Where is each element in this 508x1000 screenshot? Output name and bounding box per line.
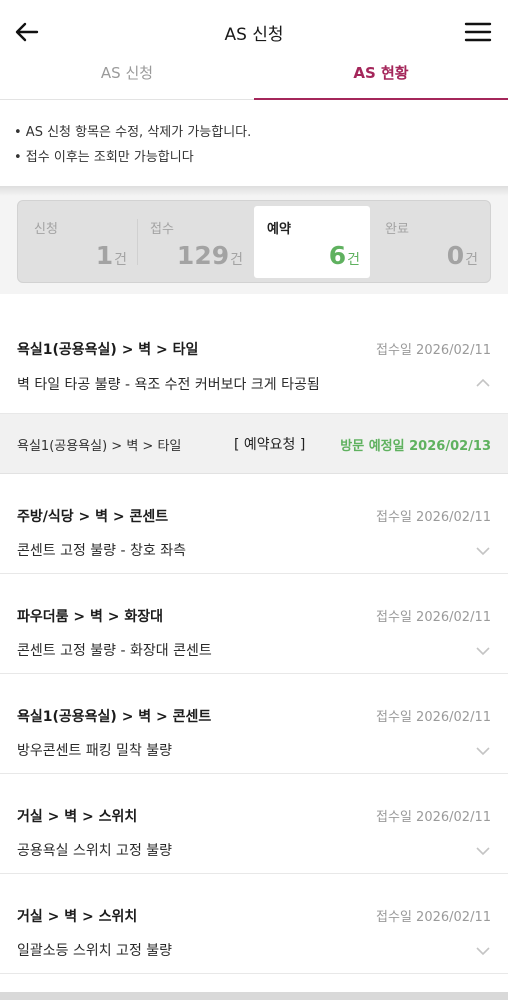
detail-path: 욕실1(공용욕실) > 벽 > 타일 xyxy=(17,439,182,454)
item-date: 접수일 2026/02/11 xyxy=(376,343,491,358)
item-desc: 방우콘센트 패킹 밀착 불량 xyxy=(17,743,173,759)
item-path: 욕실1(공용욕실) > 벽 > 콘센트 xyxy=(17,709,212,725)
chevron-down-icon[interactable] xyxy=(475,746,491,756)
summary-count: 129 xyxy=(176,241,230,270)
item-path: 파우더룸 > 벽 > 화장대 xyxy=(17,609,163,625)
summary-unit: 건 xyxy=(114,252,127,268)
summary-count: 6 xyxy=(328,241,347,270)
detail-visit-date: 방문 예정일 2026/02/13 xyxy=(340,439,491,454)
summary-count: 0 xyxy=(446,241,465,270)
list-item[interactable]: 욕실1(공용욕실) > 벽 > 타일 접수일 2026/02/11 벽 타일 타… xyxy=(0,294,508,414)
page-title: AS 신청 xyxy=(224,25,284,45)
summary-label: 예약 xyxy=(267,222,291,237)
tab-as-status[interactable]: AS 현황 xyxy=(254,62,508,101)
list-item[interactable]: 파우더룸 > 벽 > 화장대 접수일 2026/02/11 콘센트 고정 불량 … xyxy=(0,574,508,674)
tab-as-request[interactable]: AS 신청 xyxy=(0,62,254,100)
item-path: 욕실1(공용욕실) > 벽 > 타일 xyxy=(17,342,199,358)
app-bar: AS 신청 xyxy=(0,0,508,62)
summary-section: 신청 1건 접수 129건 예약 6건 완료 0건 xyxy=(0,186,508,294)
list-item[interactable]: 거실 > 벽 > 스위치 접수일 2026/02/11 공용욕실 스위치 고정 … xyxy=(0,774,508,874)
notice-box: • AS 신청 항목은 수정, 삭제가 가능합니다. • 접수 이후는 조회만 … xyxy=(0,100,508,186)
summary-received[interactable]: 접수 129건 xyxy=(137,206,253,278)
status-summary: 신청 1건 접수 129건 예약 6건 완료 0건 xyxy=(17,200,491,283)
summary-unit: 건 xyxy=(465,252,478,268)
item-desc: 공용욕실 스위치 고정 불량 xyxy=(17,843,173,859)
chevron-down-icon[interactable] xyxy=(475,646,491,656)
summary-label: 접수 xyxy=(150,222,174,237)
section-shadow xyxy=(0,186,508,196)
summary-label: 신청 xyxy=(34,222,58,237)
summary-applied[interactable]: 신청 1건 xyxy=(21,206,137,278)
item-path: 거실 > 벽 > 스위치 xyxy=(17,809,138,825)
list-item[interactable]: 주방/식당 > 벽 > 콘센트 접수일 2026/02/11 콘센트 고정 불량… xyxy=(0,474,508,574)
item-path: 주방/식당 > 벽 > 콘센트 xyxy=(17,509,169,525)
bottom-bar xyxy=(0,992,508,1000)
tab-bar: AS 신청 AS 현황 xyxy=(0,62,508,101)
notice-line: • AS 신청 항목은 수정, 삭제가 가능합니다. xyxy=(14,125,252,140)
item-path: 거실 > 벽 > 스위치 xyxy=(17,909,138,925)
item-detail-row: 욕실1(공용욕실) > 벽 > 타일 [ 예약요청 ] 방문 예정일 2026/… xyxy=(0,414,508,474)
summary-completed[interactable]: 완료 0건 xyxy=(372,206,488,278)
item-date: 접수일 2026/02/11 xyxy=(376,810,491,825)
item-date: 접수일 2026/02/11 xyxy=(376,910,491,925)
notice-line: • 접수 이후는 조회만 가능합니다 xyxy=(14,150,194,165)
item-date: 접수일 2026/02/11 xyxy=(376,510,491,525)
item-desc: 콘센트 고정 불량 - 창호 좌측 xyxy=(17,543,186,559)
chevron-up-icon[interactable] xyxy=(475,378,491,388)
summary-unit: 건 xyxy=(347,252,360,268)
as-list: 욕실1(공용욕실) > 벽 > 타일 접수일 2026/02/11 벽 타일 타… xyxy=(0,294,508,974)
summary-label: 완료 xyxy=(385,222,409,237)
hamburger-menu-icon[interactable] xyxy=(464,19,492,45)
summary-unit: 건 xyxy=(230,252,243,268)
summary-count: 1 xyxy=(95,241,114,270)
summary-reserved[interactable]: 예약 6건 xyxy=(254,206,370,278)
list-item[interactable]: 욕실1(공용욕실) > 벽 > 콘센트 접수일 2026/02/11 방우콘센트… xyxy=(0,674,508,774)
item-date: 접수일 2026/02/11 xyxy=(376,610,491,625)
chevron-down-icon[interactable] xyxy=(475,946,491,956)
chevron-down-icon[interactable] xyxy=(475,846,491,856)
item-desc: 벽 타일 타공 불량 - 욕조 수전 커버보다 크게 타공됨 xyxy=(17,377,320,393)
list-item[interactable]: 거실 > 벽 > 스위치 접수일 2026/02/11 일괄소등 스위치 고정 … xyxy=(0,874,508,974)
item-date: 접수일 2026/02/11 xyxy=(376,710,491,725)
item-desc: 콘센트 고정 불량 - 화장대 콘센트 xyxy=(17,643,212,659)
detail-status: [ 예약요청 ] xyxy=(234,437,306,453)
chevron-down-icon[interactable] xyxy=(475,546,491,556)
item-desc: 일괄소등 스위치 고정 불량 xyxy=(17,943,173,959)
